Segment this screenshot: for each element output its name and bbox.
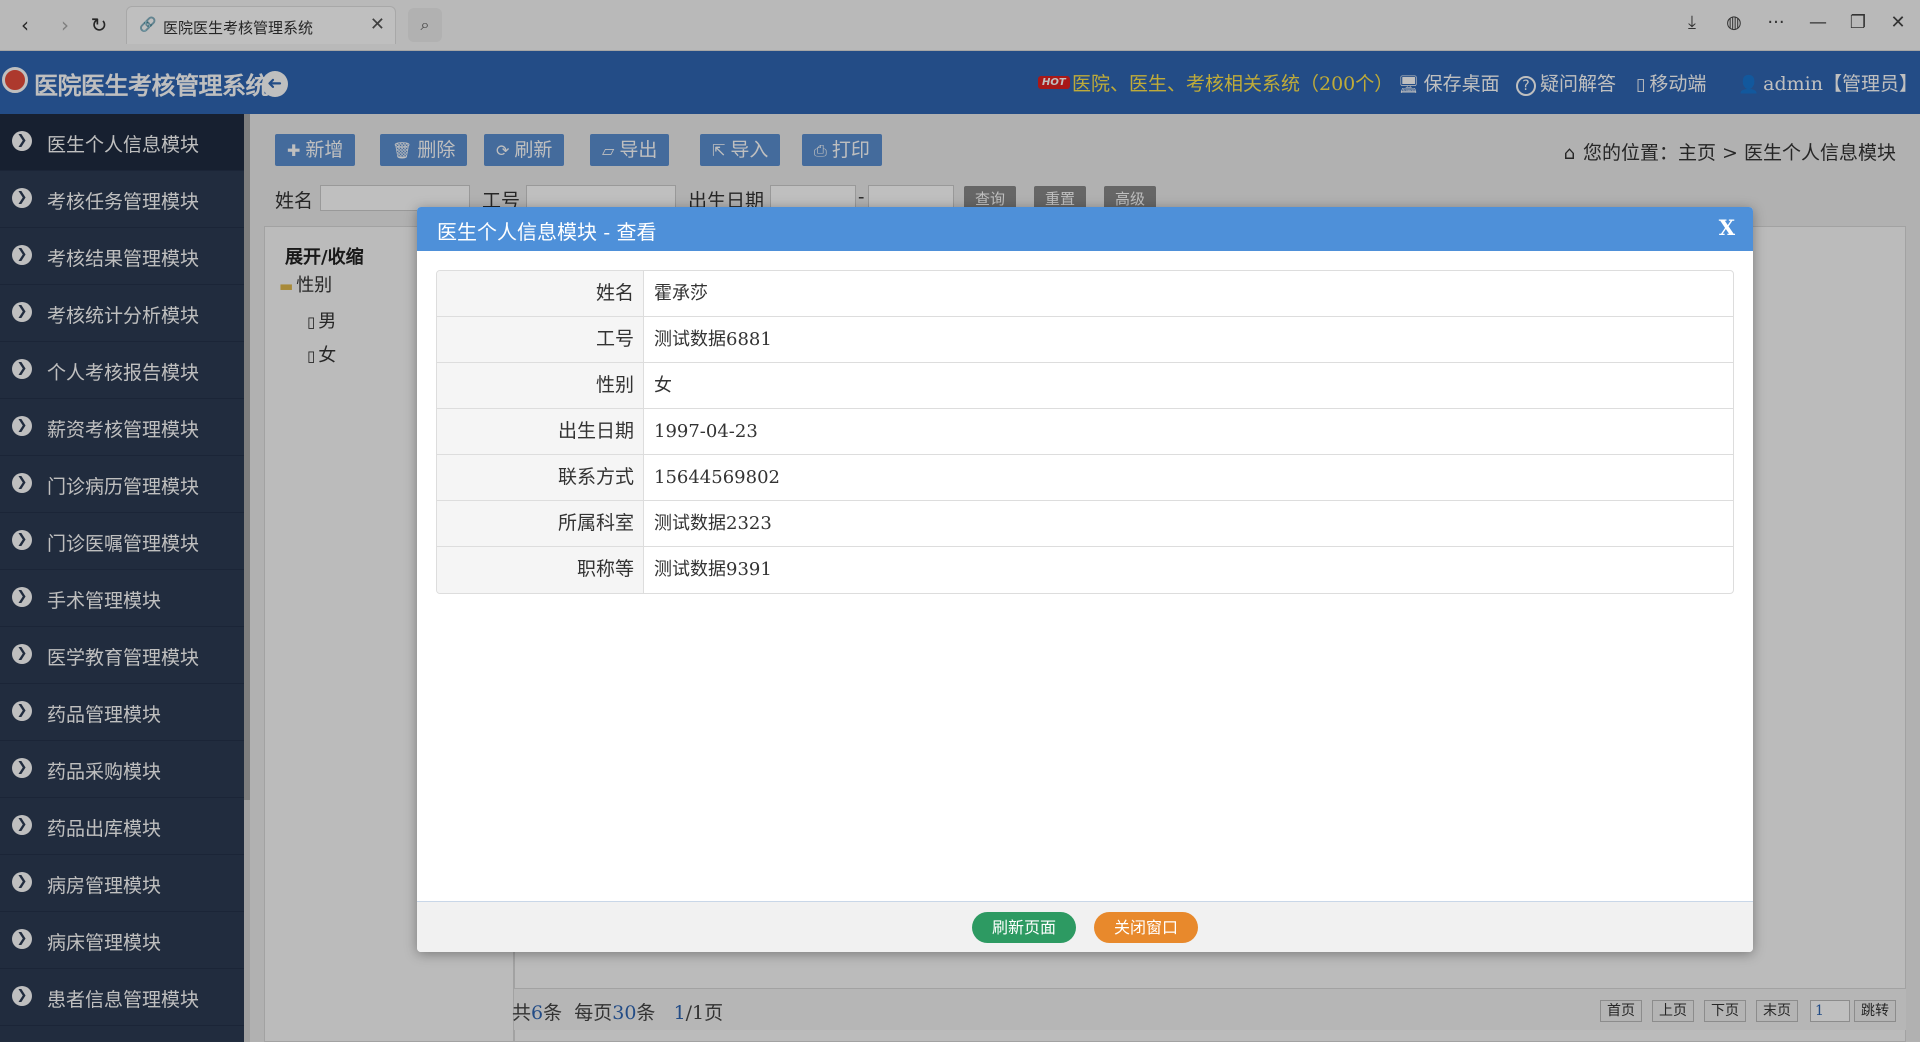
refresh-page-button[interactable]: 刷新页面	[972, 912, 1076, 943]
field-value: 测试数据6881	[654, 329, 772, 350]
table-row: 职称等 测试数据9391	[437, 547, 1733, 593]
field-label: 职称等	[437, 547, 644, 593]
view-dialog: 医生个人信息模块 - 查看 X 姓名 霍承莎 工号 测试数据6881 性别女 出生日…	[417, 207, 1753, 952]
field-label: 联系方式	[437, 455, 644, 500]
field-value: 测试数据9391	[654, 559, 772, 580]
field-value: 15644569802	[654, 467, 780, 488]
close-window-button[interactable]: 关闭窗口	[1094, 912, 1198, 943]
field-label: 工号	[437, 317, 644, 362]
field-label: 姓名	[437, 271, 644, 316]
field-value: 霍承莎	[654, 283, 708, 304]
field-label: 性别	[437, 363, 644, 408]
dialog-close-button[interactable]: X	[1719, 215, 1735, 240]
table-row: 所属科室 测试数据2323	[437, 501, 1733, 547]
dialog-header: 医生个人信息模块 - 查看 X	[417, 207, 1753, 251]
dialog-footer: 刷新页面 关闭窗口	[417, 901, 1753, 952]
field-value: 女	[654, 375, 672, 396]
table-row: 性别女	[437, 363, 1733, 409]
field-value: 测试数据2323	[654, 513, 772, 534]
table-row: 出生日期 1997-04-23	[437, 409, 1733, 455]
dialog-title: 医生个人信息模块 - 查看	[437, 220, 657, 244]
table-row: 联系方式 15644569802	[437, 455, 1733, 501]
field-label: 所属科室	[437, 501, 644, 546]
table-row: 姓名 霍承莎	[437, 271, 1733, 317]
detail-table: 姓名 霍承莎 工号 测试数据6881 性别女 出生日期 1997-04-23 联系方式…	[436, 270, 1734, 594]
field-label: 出生日期	[437, 409, 644, 454]
field-value: 1997-04-23	[654, 421, 758, 442]
table-row: 工号 测试数据6881	[437, 317, 1733, 363]
